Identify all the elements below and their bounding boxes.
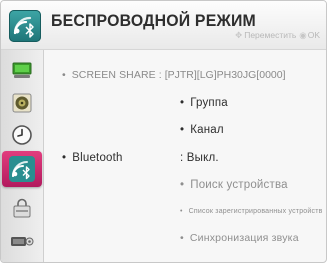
device-search-label: Поиск устройства [190, 179, 288, 191]
remote-hint: ✥ Переместить ◉OK [235, 30, 320, 41]
screen-share-value: [PJTR][LG]PH30JG[0000] [164, 69, 286, 81]
clock-icon [12, 125, 32, 145]
audio-sync-option[interactable]: • Синхронизация звука [180, 232, 299, 244]
ok-hint-label: OK [307, 30, 320, 40]
page-title: БЕСПРОВОДНОЙ РЕЖИМ [51, 12, 256, 30]
bullet-icon: • [180, 208, 183, 215]
support-icon [11, 237, 34, 246]
wireless-settings-panel: • SCREEN SHARE : [PJTR][LG]PH30JG[0000] •… [44, 50, 326, 262]
sidebar-item-support[interactable] [4, 226, 40, 256]
bullet-icon: • [180, 232, 184, 244]
screen-share-row[interactable]: • SCREEN SHARE : [PJTR][LG]PH30JG[0000] [62, 69, 286, 81]
bluetooth-label: Bluetooth [72, 152, 123, 164]
channel-option[interactable]: • Канал [180, 124, 224, 136]
bluetooth-value: : Выкл. [180, 152, 219, 164]
wireless-icon [9, 156, 35, 182]
settings-sidebar [1, 50, 44, 262]
display-icon [12, 62, 32, 78]
bullet-icon: • [62, 69, 66, 81]
audio-sync-label: Синхронизация звука [189, 232, 299, 244]
sidebar-item-wireless[interactable] [2, 151, 42, 187]
sidebar-item-time[interactable] [4, 120, 40, 150]
sidebar-item-sound[interactable] [4, 88, 40, 118]
bullet-icon: • [62, 152, 67, 164]
lock-icon [13, 198, 31, 218]
channel-label: Канал [190, 124, 224, 136]
group-label: Группа [190, 97, 228, 109]
wireless-header-icon [9, 10, 41, 42]
bullet-icon: • [180, 97, 185, 109]
bullet-icon: • [180, 179, 185, 191]
registered-devices-option[interactable]: • Список зарегистрированных устройств [180, 208, 323, 215]
sidebar-item-lock[interactable] [4, 194, 40, 224]
group-option[interactable]: • Группа [180, 97, 228, 109]
navigation-arrows-icon: ✥ [235, 30, 243, 40]
registered-devices-label: Список зарегистрированных устройств [188, 208, 323, 215]
wireless-settings-window: БЕСПРОВОДНОЙ РЕЖИМ ✥ Переместить ◉OK • S… [0, 0, 327, 263]
ok-button-icon: ◉ [299, 30, 307, 40]
bullet-icon: • [180, 124, 185, 136]
header-bar: БЕСПРОВОДНОЙ РЕЖИМ ✥ Переместить ◉OK [1, 1, 326, 50]
device-search-option[interactable]: • Поиск устройства [180, 179, 288, 191]
move-hint-label: Переместить [244, 30, 297, 40]
sidebar-item-picture[interactable] [4, 56, 40, 86]
bluetooth-row[interactable]: • Bluetooth [62, 152, 123, 164]
speaker-icon [12, 93, 32, 113]
screen-share-label: SCREEN SHARE : [71, 69, 162, 81]
